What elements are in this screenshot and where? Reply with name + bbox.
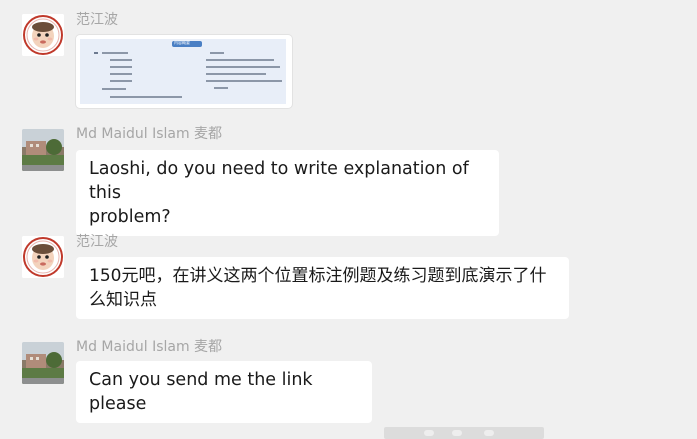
campus-photo-icon <box>22 129 64 171</box>
sender-name: Md Maidul Islam 麦都 <box>76 126 223 142</box>
scroll-to-new-button[interactable] <box>384 427 544 439</box>
avatar[interactable] <box>22 236 64 278</box>
avatar[interactable] <box>22 129 64 171</box>
message-bubble[interactable]: Laoshi, do you need to write explanation… <box>76 150 499 236</box>
message-line: 么知识点 <box>89 290 157 310</box>
sender-name: 范江波 <box>76 12 118 28</box>
message-bubble[interactable]: 150元吧，在讲义这两个位置标注例题及练习题到底演示了什 么知识点 <box>76 257 569 319</box>
sender-name: Md Maidul Islam 麦都 <box>76 339 223 355</box>
sender-name: 范江波 <box>76 234 118 250</box>
baby-avatar-icon <box>22 236 64 278</box>
preview-tag-text: 内容概要 <box>174 40 190 45</box>
image-message[interactable]: 内容概要 <box>76 35 292 108</box>
baby-avatar-icon <box>22 14 64 56</box>
message-line: problem? <box>89 207 171 227</box>
avatar[interactable] <box>22 14 64 56</box>
message-bubble[interactable]: Can you send me the link please <box>76 361 372 423</box>
image-preview: 内容概要 <box>80 39 286 104</box>
message-line: Can you send me the link please <box>89 370 313 414</box>
campus-photo-icon <box>22 342 64 384</box>
message-line: 150元吧，在讲义这两个位置标注例题及练习题到底演示了什 <box>89 266 547 286</box>
message-line: Laoshi, do you need to write explanation… <box>89 159 469 203</box>
avatar[interactable] <box>22 342 64 384</box>
